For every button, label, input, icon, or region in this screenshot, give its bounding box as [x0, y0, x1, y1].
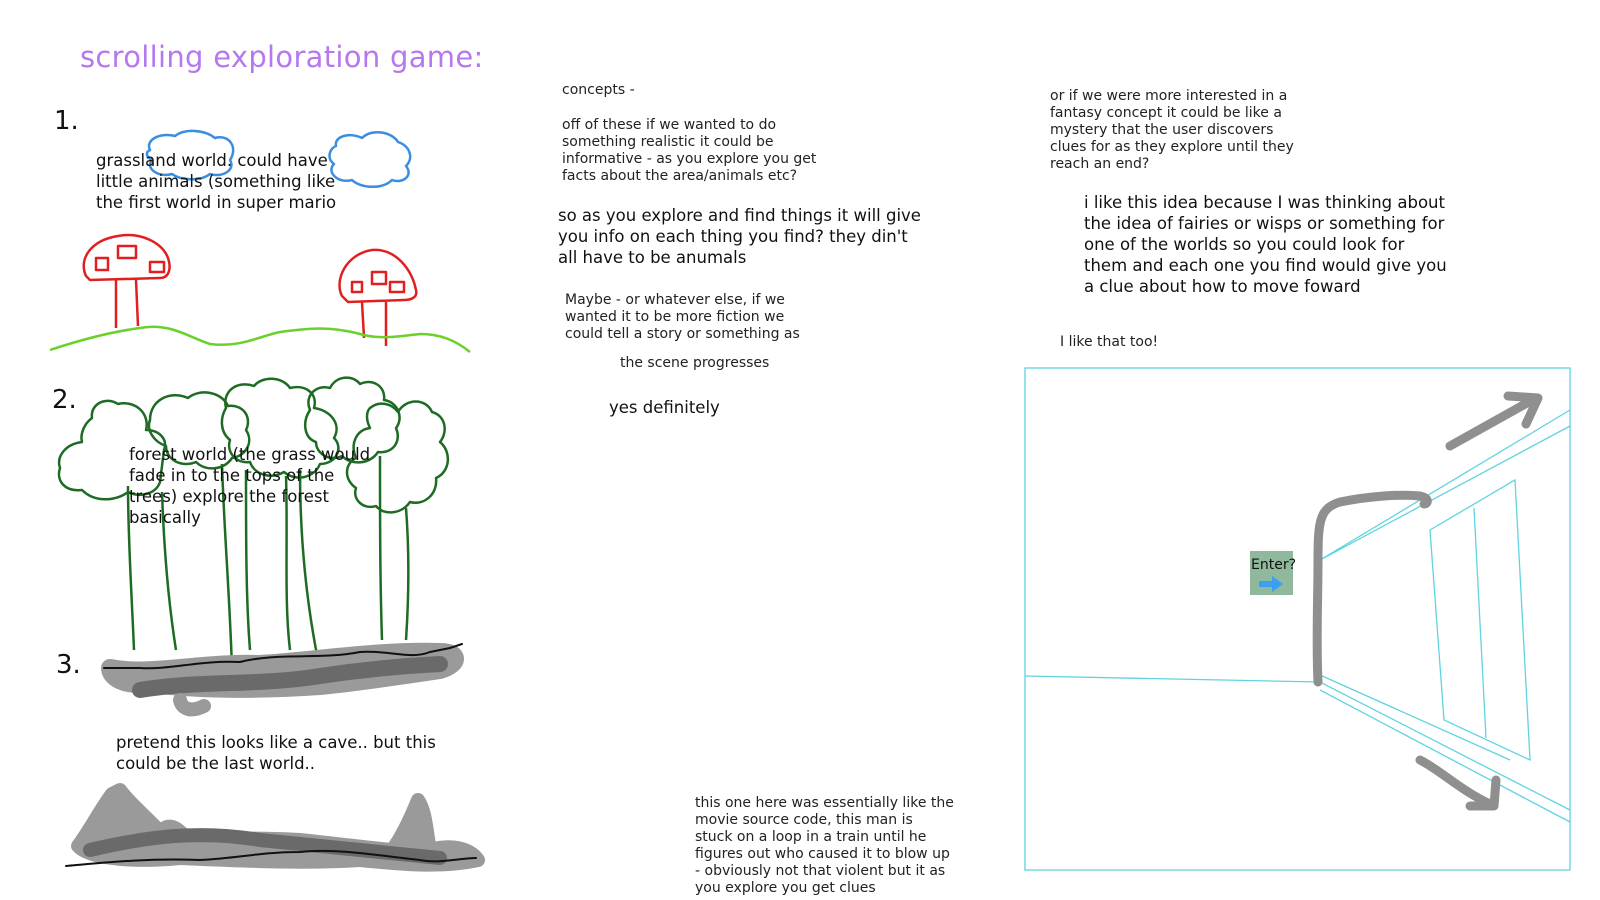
cave-sketch-top — [101, 642, 464, 717]
note-realistic: off of these if we wanted to do somethin… — [562, 117, 817, 184]
world-3-description: pretend this looks like a cave.. but thi… — [116, 733, 436, 773]
concepts-heading: concepts - — [562, 82, 635, 98]
page-title: scrolling exploration game: — [80, 40, 484, 74]
note-fantasy: or if we were more interested in a fanta… — [1050, 88, 1294, 172]
world-2-number: 2. — [52, 385, 77, 415]
note-fairies: i like this idea because I was thinking … — [1084, 193, 1447, 296]
world-2-description: forest world (the grass would fade in to… — [129, 445, 371, 527]
world-1-number: 1. — [54, 106, 79, 136]
cave-sketch-bottom — [65, 783, 485, 872]
note-like-too: I like that too! — [1060, 334, 1159, 350]
room-sketch — [1024, 367, 1571, 871]
note-fiction: Maybe - or whatever else, if we wanted i… — [565, 292, 800, 342]
grass-line — [49, 325, 471, 353]
note-reply-info: so as you explore and find things it wil… — [558, 206, 921, 267]
note-fiction-cont: the scene progresses — [620, 355, 770, 371]
enter-label: Enter? — [1251, 557, 1297, 573]
note-yes: yes definitely — [609, 398, 720, 417]
world-1-description: grassland world. could have little anima… — [96, 151, 337, 212]
gray-arrow-sketch — [1312, 391, 1543, 811]
note-source-code: this one here was essentially like the m… — [695, 795, 954, 896]
world-3-number: 3. — [56, 650, 81, 680]
arrow-right-icon — [1259, 576, 1283, 592]
